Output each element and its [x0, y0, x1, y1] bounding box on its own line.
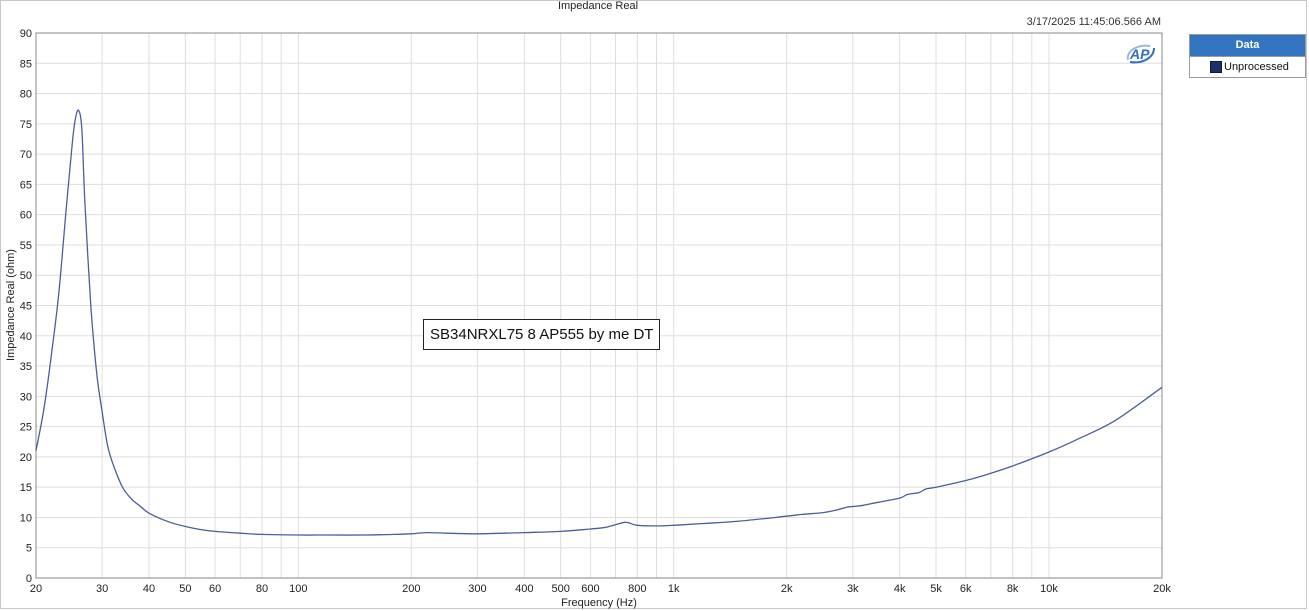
y-tick-label: 90: [20, 28, 32, 40]
legend-label: Unprocessed: [1224, 61, 1289, 73]
x-tick-label: 10k: [1040, 583, 1058, 595]
y-tick-label: 30: [20, 391, 32, 403]
y-tick-label: 25: [20, 422, 32, 434]
impedance-plot: 051015202530354045505560657075808590 20 3…: [5, 28, 1171, 609]
legend: Data Unprocessed: [1189, 34, 1306, 78]
y-tick-label: 55: [20, 240, 32, 252]
y-tick-label: 15: [20, 482, 32, 494]
legend-item-unprocessed[interactable]: Unprocessed: [1190, 57, 1305, 77]
x-tick-label: 50: [179, 583, 191, 595]
x-tick-label: 300: [468, 583, 486, 595]
x-tick-label: 600: [581, 583, 599, 595]
x-tick-label: 80: [256, 583, 268, 595]
y-tick-label: 10: [20, 512, 32, 524]
y-tick-label: 65: [20, 179, 32, 191]
x-tick-label: 30: [96, 583, 108, 595]
x-tick-label: 8k: [1007, 583, 1019, 595]
x-tick-label: 200: [402, 583, 420, 595]
legend-swatch: [1210, 61, 1222, 73]
x-tick-label: 100: [289, 583, 307, 595]
legend-title: Data: [1190, 35, 1305, 57]
y-axis-ticks: 051015202530354045505560657075808590: [20, 28, 32, 585]
y-tick-label: 50: [20, 270, 32, 282]
svg-text:AP: AP: [1129, 46, 1150, 62]
x-axis-ticks: 20 30 40 50 60 80 100 200 300 400 500 600 800 1k 2k 3k 4…: [30, 583, 1171, 595]
x-tick-label: 5k: [930, 583, 942, 595]
x-tick-label: 60: [209, 583, 221, 595]
x-tick-label: 1k: [668, 583, 680, 595]
y-tick-label: 35: [20, 361, 32, 373]
y-tick-label: 45: [20, 301, 32, 313]
x-tick-label: 6k: [960, 583, 972, 595]
x-tick-label: 20: [30, 583, 42, 595]
y-axis-label: Impedance Real (ohm): [5, 249, 17, 361]
x-axis-label: Frequency (Hz): [561, 597, 637, 609]
chart-annotation: SB34NRXL75 8 AP555 by me DT: [423, 319, 661, 350]
ap-logo-icon: AP: [1126, 44, 1155, 64]
y-tick-label: 40: [20, 331, 32, 343]
y-tick-label: 70: [20, 149, 32, 161]
x-tick-label: 4k: [894, 583, 906, 595]
y-tick-label: 5: [26, 543, 32, 555]
x-tick-label: 800: [628, 583, 646, 595]
y-tick-label: 75: [20, 119, 32, 131]
y-tick-label: 60: [20, 210, 32, 222]
y-tick-label: 20: [20, 452, 32, 464]
x-tick-label: 500: [552, 583, 570, 595]
x-tick-label: 20k: [1153, 583, 1171, 595]
x-tick-label: 3k: [847, 583, 859, 595]
x-tick-label: 40: [143, 583, 155, 595]
y-tick-label: 85: [20, 58, 32, 70]
x-tick-label: 2k: [781, 583, 793, 595]
x-tick-label: 400: [515, 583, 533, 595]
y-tick-label: 80: [20, 89, 32, 101]
grid: [36, 33, 1162, 578]
